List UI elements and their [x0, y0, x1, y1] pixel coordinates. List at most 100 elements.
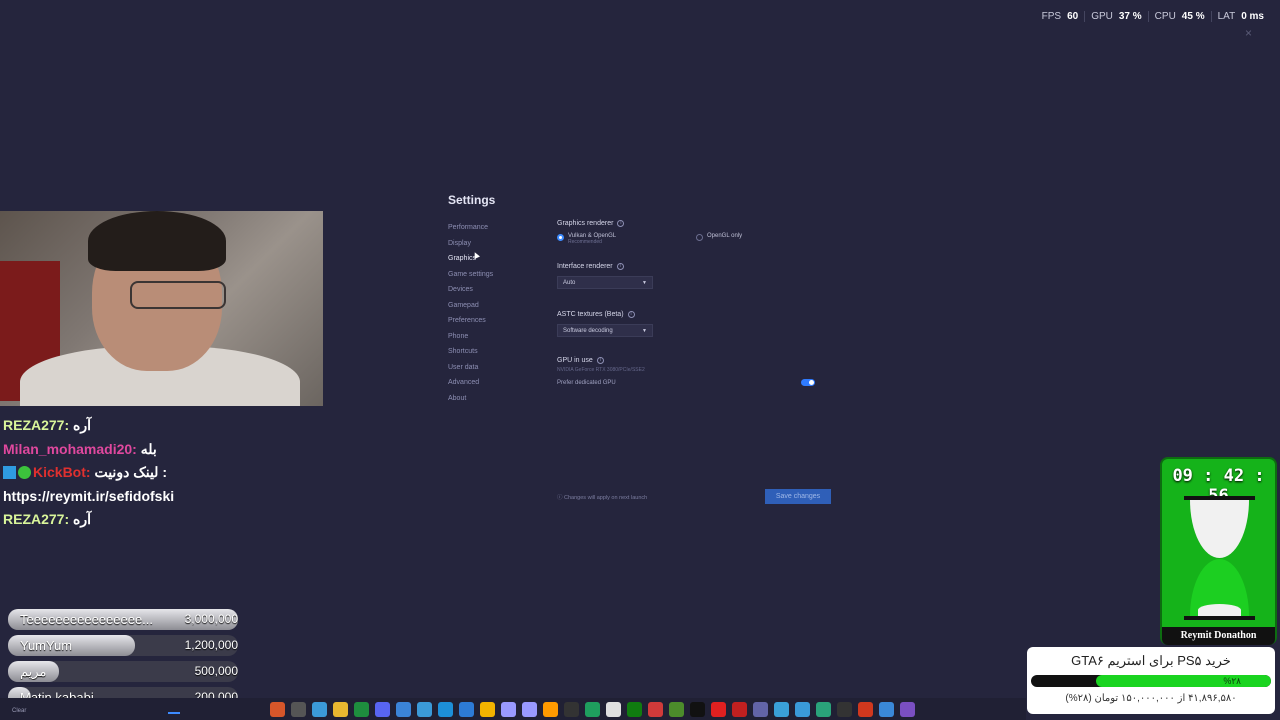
close-icon[interactable]: ×	[1245, 26, 1252, 40]
donor-amount: 500,000	[194, 664, 238, 678]
vpn-icon[interactable]	[648, 701, 663, 717]
nav-item-game-settings[interactable]: Game settings	[448, 270, 538, 286]
prefer-dedicated-gpu-toggle[interactable]	[801, 379, 815, 386]
graphics-renderer-label: Graphics renderer i	[557, 220, 837, 227]
lat-label: LAT	[1217, 11, 1236, 22]
photos-icon[interactable]	[396, 701, 411, 717]
fps-readout: FPS 60	[1036, 11, 1085, 22]
graphics-renderer-options: Vulkan & OpenGL Recommended OpenGL only	[557, 233, 837, 253]
gpu-name: NVIDIA GeForce RTX 3080/PCIe/SSE2	[557, 367, 645, 373]
nav-item-shortcuts[interactable]: Shortcuts	[448, 347, 538, 363]
chat-message: https://reymit.ir/sefidofski	[3, 485, 323, 509]
chat-username: REZA277:	[3, 417, 70, 433]
donor-name: Teeeeeeeeeeeeeeee...	[20, 612, 154, 627]
discord-icon[interactable]	[375, 701, 390, 717]
app2-icon[interactable]	[732, 701, 747, 717]
calendar-icon[interactable]	[774, 701, 789, 717]
prefer-dedicated-gpu-label: Prefer dedicated GPU	[557, 379, 616, 386]
app-icon[interactable]	[585, 701, 600, 717]
settings-icon[interactable]	[795, 701, 810, 717]
info-icon[interactable]: i	[596, 357, 604, 364]
chrome-icon[interactable]	[312, 701, 327, 717]
radio-vulkan-sub: Recommended	[568, 239, 602, 245]
files-icon[interactable]	[291, 701, 306, 717]
xbox-icon[interactable]	[627, 701, 642, 717]
cpu-label: CPU	[1154, 11, 1176, 22]
radio-selected-icon	[557, 234, 564, 241]
nav-item-gamepad[interactable]: Gamepad	[448, 301, 538, 317]
donor-name: YumYum	[20, 638, 73, 653]
excel-icon[interactable]	[354, 701, 369, 717]
chat-overlay: REZA277: آره Milan_mohamadi20: بله KickBot…	[3, 414, 323, 532]
apply-note: ⓘ Changes will apply on next launch	[557, 495, 648, 501]
info-icon[interactable]: i	[616, 263, 624, 270]
graphics-renderer-text: Graphics renderer	[557, 220, 614, 227]
leaderboard-row: مریم 500,000	[8, 659, 238, 684]
astc-select[interactable]: Software decoding ▼	[557, 324, 653, 337]
nav-item-graphics[interactable]: Graphics	[448, 254, 538, 270]
folder-icon[interactable]	[333, 701, 348, 717]
illustrator-icon[interactable]	[543, 701, 558, 717]
obs-icon[interactable]	[564, 701, 579, 717]
lat-value: 0 ms	[1241, 11, 1264, 22]
donor-amount: 3,000,000	[184, 612, 238, 626]
rockstar-icon[interactable]	[480, 701, 495, 717]
radio-opengl-only[interactable]: OpenGL only	[696, 233, 742, 241]
chat-username: Milan_mohamadi20:	[3, 440, 137, 457]
cpu-readout: CPU 45 %	[1147, 11, 1211, 22]
premiere-icon[interactable]	[501, 701, 516, 717]
nav-item-preferences[interactable]: Preferences	[448, 316, 538, 332]
radio-unselected-icon	[696, 234, 703, 241]
radio-vulkan-opengl[interactable]: Vulkan & OpenGL Recommended	[557, 233, 616, 245]
graphics-panel: Graphics renderer i Vulkan & OpenGL Reco…	[557, 220, 837, 386]
settings-title: Settings	[448, 193, 496, 207]
minecraft-icon[interactable]	[669, 701, 684, 717]
aftereffects-icon[interactable]	[522, 701, 537, 717]
donathon-widget: 09 : 42 : 56 Reymit Donathon	[1160, 457, 1277, 645]
clear-label[interactable]: Clear	[12, 708, 26, 714]
nav-item-advanced[interactable]: Advanced	[448, 378, 538, 394]
cpu-value: 45 %	[1181, 11, 1205, 22]
nav-item-display[interactable]: Display	[448, 239, 538, 255]
taskbar-active-indicator	[168, 712, 180, 714]
donor-amount: 1,200,000	[184, 638, 238, 652]
goal-progress-fill	[1095, 675, 1271, 687]
nav-item-devices[interactable]: Devices	[448, 285, 538, 301]
donation-goal: خرید PS۵ برای استریم GTA۶ %۲۸ ۴۱,۸۹۶,۵۸۰…	[1027, 647, 1275, 714]
gpu-label: GPU	[1091, 11, 1113, 22]
nav-item-about[interactable]: About	[448, 394, 538, 410]
goal-amount: ۴۱,۸۹۶,۵۸۰ از ۱۵۰,۰۰۰,۰۰۰ تومان (۲۸%)	[1065, 693, 1237, 704]
chrome-icon[interactable]	[417, 701, 432, 717]
teams-icon[interactable]	[753, 701, 768, 717]
chat-message: Milan_mohamadi20: بله	[3, 438, 323, 462]
chevron-down-icon: ▼	[642, 279, 647, 286]
youtube-icon[interactable]	[711, 701, 726, 717]
firefox-icon[interactable]	[270, 701, 285, 717]
chat-text: بله	[140, 440, 157, 457]
gpu-value: 37 %	[1118, 11, 1142, 22]
save-changes-button[interactable]: Save changes	[765, 489, 831, 504]
nav-item-performance[interactable]: Performance	[448, 223, 538, 239]
performance-overlay: FPS 60 GPU 37 % CPU 45 % LAT 0 ms	[1036, 11, 1270, 22]
app4-icon[interactable]	[858, 701, 873, 717]
prefer-dedicated-gpu-row: Prefer dedicated GPU	[557, 379, 815, 386]
chat-text: آره	[73, 511, 92, 527]
opera-icon[interactable]	[606, 701, 621, 717]
gpu-in-use-label: GPU in use i	[557, 357, 837, 364]
settings-nav: Performance Display Graphics Game settings D…	[448, 223, 538, 409]
app5-icon[interactable]	[879, 701, 894, 717]
info-icon[interactable]: i	[617, 220, 625, 227]
nav-item-phone[interactable]: Phone	[448, 332, 538, 348]
donor-name: مریم	[20, 664, 47, 679]
edge-icon[interactable]	[438, 701, 453, 717]
vs-icon[interactable]	[900, 701, 915, 717]
interface-renderer-select[interactable]: Auto ▼	[557, 276, 653, 289]
mail-icon[interactable]	[459, 701, 474, 717]
capcut-icon[interactable]	[690, 701, 705, 717]
radio-opengl-label: OpenGL only	[707, 233, 743, 239]
chat-message: KickBot: لینک دونیت :	[3, 461, 323, 485]
info-icon[interactable]: i	[627, 311, 635, 318]
app3-icon[interactable]	[816, 701, 831, 717]
nav-item-user-data[interactable]: User data	[448, 363, 538, 379]
terminal-icon[interactable]	[837, 701, 852, 717]
